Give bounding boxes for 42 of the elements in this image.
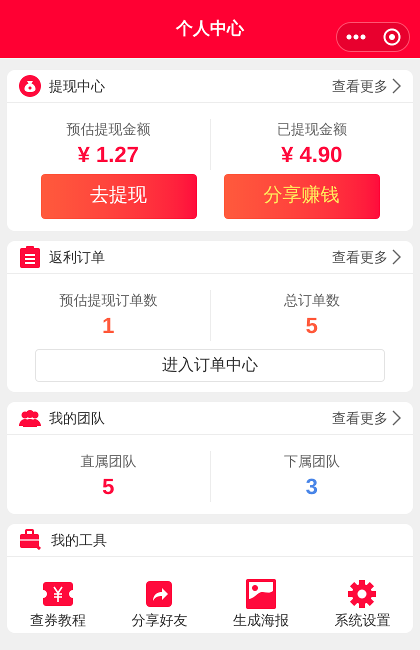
tool-item[interactable]: 生成海报 [210, 579, 312, 629]
section-title: 提现中心 [49, 76, 105, 96]
view-more-link[interactable]: 查看更多 [332, 246, 401, 268]
stat-label: 已提现金额 [276, 120, 347, 139]
stat-label: 下属团队 [284, 452, 340, 471]
money-bag-icon [19, 75, 41, 97]
tool-item[interactable]: 系统设置 [312, 579, 413, 629]
section-title: 我的工具 [51, 530, 107, 550]
view-more-link[interactable]: 查看更多 [332, 408, 401, 428]
tool-item[interactable]: 分享好友 [108, 579, 210, 629]
tool-item[interactable]: 查券教程 [7, 579, 108, 629]
section-title: 我的团队 [49, 408, 105, 428]
chevron-right-icon [392, 410, 401, 426]
clipboard-icon [19, 246, 41, 268]
stat-label: 预估提现金额 [66, 120, 150, 139]
tool-label: 系统设置 [334, 611, 390, 629]
chevron-right-icon [392, 78, 401, 94]
stat-value: 5 [306, 312, 318, 340]
tool-label: 分享好友 [131, 611, 188, 629]
section-title: 返利订单 [49, 248, 105, 266]
stat-label: 直属团队 [80, 452, 136, 471]
image-icon [246, 579, 276, 609]
stat-label: 预估提现订单数 [59, 291, 158, 310]
capsule-menu[interactable] [336, 22, 410, 52]
share-icon [146, 581, 172, 607]
stat-label: 总订单数 [284, 291, 340, 310]
people-icon [19, 409, 41, 427]
view-more-link[interactable]: 查看更多 [332, 76, 401, 96]
tool-label: 生成海报 [232, 611, 289, 629]
page-title: 个人中心 [176, 18, 244, 40]
stat-value: 5 [102, 473, 114, 501]
stat-value: 1 [102, 312, 114, 340]
ticket-icon [42, 582, 73, 606]
stat-value: 3 [306, 473, 318, 501]
order-center-button[interactable]: 进入订单中心 [35, 349, 385, 382]
stat-value: ¥ 4.90 [281, 141, 342, 169]
chevron-right-icon [392, 249, 401, 265]
tool-label: 查券教程 [30, 611, 86, 629]
more-icon [346, 34, 366, 40]
stat-value: ¥ 1.27 [78, 141, 139, 169]
gear-icon [347, 579, 378, 609]
toolbox-icon [19, 529, 43, 551]
